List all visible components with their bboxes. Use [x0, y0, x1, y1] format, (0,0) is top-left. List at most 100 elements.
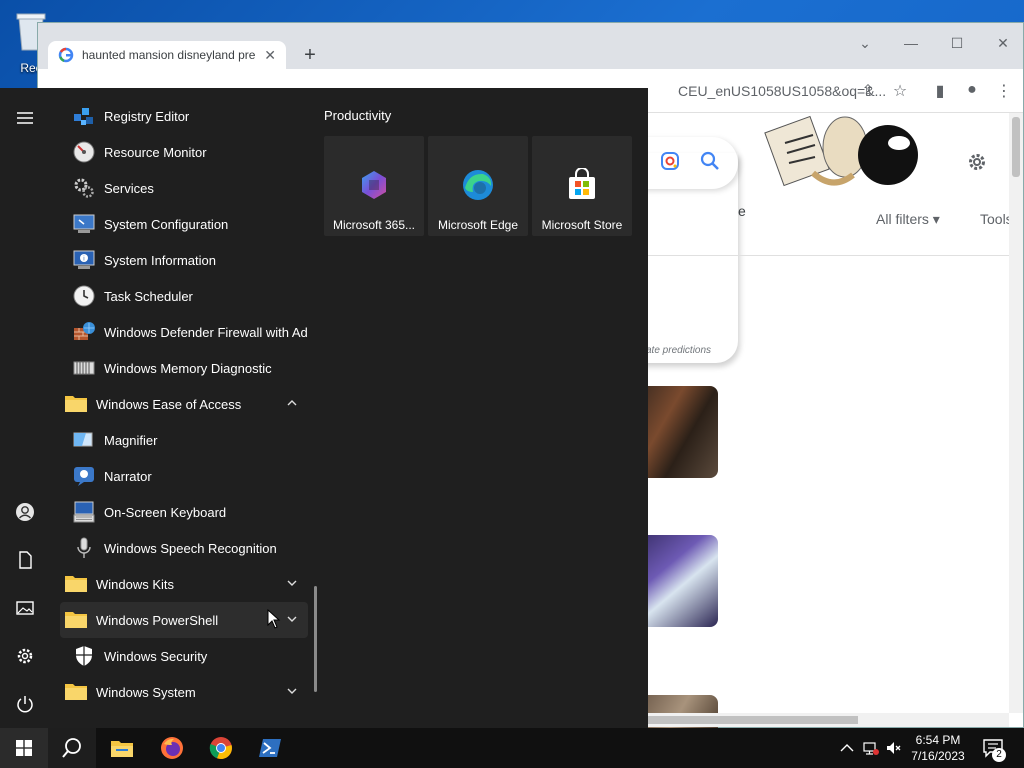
network-icon[interactable] — [862, 739, 880, 757]
app-item-label: Windows Ease of Access — [96, 396, 242, 412]
google-lens-icon[interactable] — [660, 151, 680, 171]
chevron-up-icon[interactable] — [286, 397, 298, 409]
pictures-icon[interactable] — [15, 598, 35, 618]
app-item-windows-security[interactable]: Windows Security — [60, 638, 308, 674]
folder-item-windows-kits[interactable]: Windows Kits — [60, 566, 308, 602]
search-icon[interactable] — [700, 151, 720, 171]
vertical-scrollbar[interactable] — [1009, 113, 1023, 713]
app-item-windows-speech-recognition[interactable]: Windows Speech Recognition — [60, 530, 308, 566]
google-doodle-icon[interactable] — [763, 113, 923, 193]
app-item-windows-memory-diagnostic[interactable]: Windows Memory Diagnostic — [60, 350, 308, 386]
tile-group-title: Productivity — [324, 108, 392, 123]
chrome-icon[interactable] — [209, 736, 233, 760]
bookmark-star-icon[interactable]: ☆ — [890, 81, 910, 101]
app-item-narrator[interactable]: Narrator — [60, 458, 308, 494]
system-information-icon: i — [73, 250, 95, 269]
maximize-button[interactable]: ☐ — [942, 35, 972, 52]
more-menu-icon[interactable]: ⋮ — [994, 81, 1014, 101]
windows-logo-icon — [16, 740, 32, 756]
tile-microsoft-store[interactable]: Microsoft Store — [532, 136, 632, 236]
tab-strip: haunted mansion disneyland pre ✕ + ⌄ — ☐… — [38, 23, 1023, 69]
app-item-label: Windows Kits — [96, 576, 175, 592]
filter-chip[interactable]: e — [738, 203, 746, 219]
folder-item-windows-ease-of-access[interactable]: Windows Ease of Access — [60, 386, 308, 422]
powershell-icon[interactable] — [258, 736, 282, 760]
share-icon[interactable]: ⇪ — [858, 81, 878, 101]
all-filters-label: All filters — [876, 211, 929, 227]
system-clock[interactable]: 6:54 PM 7/16/2023 — [906, 732, 970, 764]
new-tab-button[interactable]: + — [298, 43, 322, 67]
taskbar-search-button[interactable] — [48, 728, 96, 768]
app-item-label: Services — [104, 180, 154, 196]
app-item-label: Windows System — [96, 684, 196, 700]
all-filters-button[interactable]: All filters ▾ — [876, 211, 940, 228]
shield-icon — [76, 646, 92, 666]
browser-tab[interactable]: haunted mansion disneyland pre ✕ — [48, 41, 286, 69]
chevron-down-icon[interactable] — [286, 613, 298, 625]
hamburger-menu-icon[interactable] — [15, 108, 35, 128]
system-configuration-icon — [73, 214, 95, 233]
chevron-down-icon[interactable] — [286, 577, 298, 589]
minimize-button[interactable]: — — [896, 35, 926, 51]
task-scheduler-icon — [73, 285, 95, 307]
app-item-label: On-Screen Keyboard — [104, 504, 227, 520]
tile-label: Microsoft Store — [541, 218, 623, 232]
profile-icon[interactable]: ● — [962, 81, 982, 101]
app-item-services[interactable]: Services — [60, 170, 308, 206]
app-item-resource-monitor[interactable]: Resource Monitor — [60, 134, 308, 170]
app-item-registry-editor[interactable]: Registry Editor — [60, 98, 308, 134]
address-bar[interactable]: CEU_enUS1058US1058&oq=&... — [678, 83, 886, 99]
tools-button[interactable]: Tools — [980, 211, 1013, 227]
image-result-thumbnail[interactable] — [638, 386, 718, 478]
taskbar: 6:54 PM 7/16/2023 2 — [0, 728, 1024, 768]
chevron-down-icon[interactable] — [286, 685, 298, 697]
documents-icon[interactable] — [15, 550, 35, 570]
power-icon[interactable] — [15, 694, 35, 714]
tab-close-icon[interactable]: ✕ — [264, 47, 276, 64]
tile-microsoft-edge[interactable]: Microsoft Edge — [428, 136, 528, 236]
app-item-windows-defender-firewall-with-ad[interactable]: Windows Defender Firewall with Ad... — [60, 314, 308, 350]
clock-time: 6:54 PM — [915, 733, 961, 747]
horizontal-scrollbar[interactable] — [648, 713, 1009, 727]
folder-icon — [65, 396, 87, 412]
app-item-label: System Information — [104, 252, 216, 268]
app-item-system-configuration[interactable]: System Configuration — [60, 206, 308, 242]
folder-item-windows-system[interactable]: Windows System — [60, 674, 308, 710]
volume-muted-icon[interactable] — [885, 739, 903, 757]
app-item-system-information[interactable]: i System Information — [60, 242, 308, 278]
app-item-label: Registry Editor — [104, 108, 190, 124]
resource-monitor-icon — [73, 141, 95, 163]
microsoft-365-icon — [362, 171, 386, 199]
mouse-cursor-icon — [267, 609, 281, 629]
folder-icon — [65, 576, 87, 592]
app-item-task-scheduler[interactable]: Task Scheduler — [60, 278, 308, 314]
settings-gear-icon[interactable] — [966, 151, 988, 173]
app-item-label: System Configuration — [104, 216, 229, 232]
app-list-scrollbar[interactable] — [314, 586, 317, 692]
tile-label: Microsoft 365... — [332, 218, 416, 232]
user-account-icon[interactable] — [15, 502, 35, 522]
start-menu: Registry Editor Resource Monitor Services S… — [0, 88, 648, 728]
show-hidden-icons-chevron-icon[interactable] — [838, 739, 856, 757]
tab-search-icon[interactable]: ⌄ — [850, 35, 880, 52]
firefox-icon[interactable] — [160, 736, 184, 760]
divider — [598, 255, 1009, 256]
tile-label: Microsoft Edge — [437, 218, 519, 232]
services-icon — [74, 178, 94, 198]
tile-microsoft-365[interactable]: Microsoft 365... — [324, 136, 424, 236]
report-predictions-link[interactable]: ate predictions — [646, 345, 711, 356]
app-item-label: Windows Security — [104, 648, 208, 664]
settings-icon[interactable] — [15, 646, 35, 666]
google-icon — [58, 47, 74, 63]
folder-icon — [65, 612, 87, 628]
dropdown-caret-icon: ▾ — [932, 211, 940, 227]
start-button[interactable] — [0, 728, 48, 768]
app-item-on-screen-keyboard[interactable]: On-Screen Keyboard — [60, 494, 308, 530]
close-button[interactable]: ✕ — [988, 35, 1018, 52]
app-item-label: Resource Monitor — [104, 144, 207, 160]
tab-title: haunted mansion disneyland pre — [82, 48, 256, 62]
side-panel-icon[interactable]: ▮ — [930, 81, 950, 101]
app-item-magnifier[interactable]: Magnifier — [60, 422, 308, 458]
image-result-thumbnail[interactable] — [638, 535, 718, 627]
file-explorer-icon[interactable] — [110, 736, 134, 760]
